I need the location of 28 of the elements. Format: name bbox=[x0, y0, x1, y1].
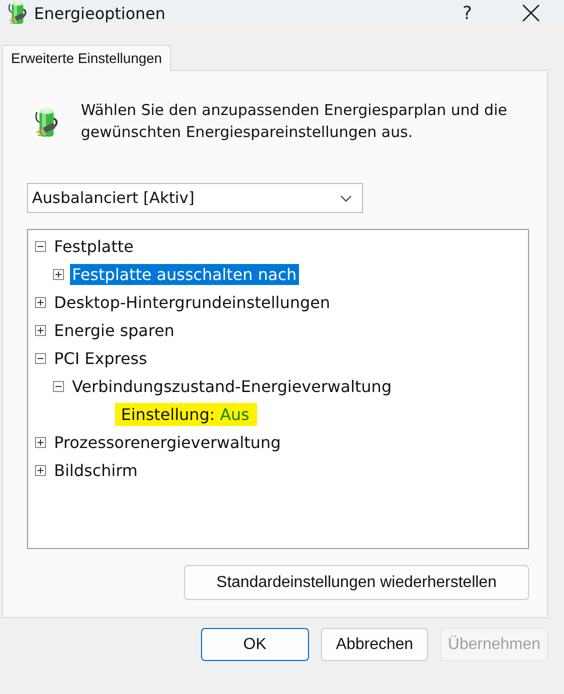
expand-icon[interactable] bbox=[35, 464, 46, 476]
intro-text: Wählen Sie den anzupassenden Energiesparplan und die gewünschten Energiespareinstellungen aus. bbox=[80, 100, 508, 143]
setting-value[interactable]: Einstellung: Aus bbox=[115, 402, 258, 426]
tab[interactable]: Erweiterte Einstellungen bbox=[2, 45, 171, 71]
tree-item[interactable]: Energie sparen bbox=[52, 320, 176, 340]
plan-dropdown[interactable]: Ausbalanciert [Aktiv] bbox=[27, 183, 363, 213]
dialog-button[interactable]: OK bbox=[201, 628, 309, 661]
tree-item[interactable]: Festplatte bbox=[52, 236, 136, 256]
expand-icon[interactable] bbox=[35, 436, 46, 448]
tree-item[interactable]: Prozessorenergieverwaltung bbox=[52, 432, 283, 452]
help-button[interactable]: ? bbox=[462, 2, 472, 24]
tree-item[interactable]: Verbindungszustand-Energieverwaltung bbox=[70, 376, 394, 396]
tree-item[interactable]: Festplatte ausschalten nach bbox=[70, 264, 299, 284]
tree-item[interactable]: Desktop-Hintergrundeinstellungen bbox=[52, 292, 332, 312]
tree-item[interactable]: Bildschirm bbox=[52, 460, 140, 480]
tree-item[interactable]: PCI Express bbox=[52, 348, 150, 368]
expand-icon[interactable] bbox=[35, 296, 46, 308]
window-title: Energieoptionen bbox=[34, 4, 166, 22]
restore-defaults-button[interactable]: Standardeinstellungen wiederherstellen bbox=[184, 565, 529, 600]
dialog-button[interactable]: Abbrechen bbox=[320, 628, 428, 661]
collapse-icon[interactable] bbox=[35, 240, 46, 252]
close-icon bbox=[522, 4, 540, 22]
expand-icon[interactable] bbox=[53, 268, 64, 280]
expand-icon[interactable] bbox=[35, 324, 46, 336]
collapse-icon[interactable] bbox=[53, 380, 64, 392]
collapse-icon[interactable] bbox=[35, 352, 46, 364]
chevron-down-icon bbox=[340, 194, 352, 202]
close-button[interactable] bbox=[522, 4, 540, 22]
